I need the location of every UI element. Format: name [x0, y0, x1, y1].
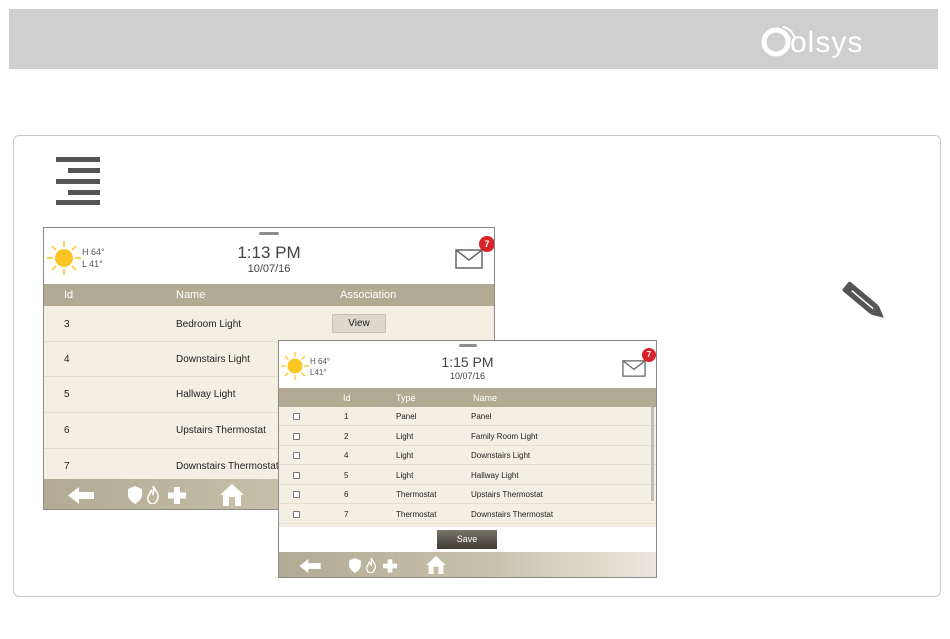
- plus-icon[interactable]: [168, 487, 186, 504]
- row-checkbox[interactable]: [293, 452, 300, 459]
- column-header-type: Type: [396, 393, 416, 403]
- column-header-association: Association: [340, 289, 397, 301]
- column-header-id: Id: [64, 289, 74, 301]
- table-row[interactable]: 3 Bedroom Light View: [44, 306, 494, 342]
- drawer-handle[interactable]: [458, 344, 477, 347]
- row-id: 2: [344, 432, 349, 441]
- logo-text: olsys: [790, 26, 864, 59]
- action-area: Save: [279, 527, 656, 552]
- home-icon[interactable]: [426, 556, 446, 574]
- back-arrow-icon[interactable]: [299, 559, 321, 573]
- view-button[interactable]: View: [332, 314, 386, 333]
- table-row[interactable]: 5 Light Hallway Light: [279, 465, 656, 485]
- row-type: Thermostat: [396, 510, 437, 519]
- row-id: 6: [64, 425, 70, 436]
- row-type: Light: [396, 471, 414, 480]
- device-select-list[interactable]: 1 Panel Panel 2 Light Family Room Light …: [279, 407, 656, 527]
- clock-date: 10/07/16: [247, 263, 291, 275]
- row-type: Panel: [396, 412, 417, 421]
- message-count-badge: 7: [642, 348, 656, 362]
- list-scrollbar[interactable]: [651, 407, 654, 501]
- row-name: Hallway Light: [176, 389, 236, 400]
- pencil-icon: [842, 281, 884, 318]
- back-arrow-icon[interactable]: [68, 487, 94, 504]
- flame-icon[interactable]: [147, 486, 159, 504]
- row-checkbox[interactable]: [293, 413, 300, 420]
- row-id: 7: [64, 461, 70, 472]
- row-name: Upstairs Thermostat: [176, 425, 266, 436]
- column-header-name: Name: [176, 289, 206, 301]
- table-row[interactable]: 6 Thermostat Upstairs Thermostat: [279, 485, 656, 504]
- row-checkbox[interactable]: [293, 511, 300, 518]
- row-id: 7: [344, 510, 349, 519]
- message-count-badge: 7: [479, 236, 494, 252]
- row-id: 6: [344, 490, 349, 499]
- zwave-device-select-screen: H 64° L41° 1:15 PM 10/07/16 7 Id Type Na…: [278, 340, 657, 578]
- row-checkbox[interactable]: [293, 491, 300, 498]
- row-id: 3: [64, 319, 70, 330]
- row-name: Family Room Light: [471, 432, 538, 441]
- table-header: Id Name Association: [44, 284, 494, 306]
- table-header: Id Type Name: [279, 388, 656, 407]
- clock-time: 1:13 PM: [237, 243, 301, 262]
- table-row[interactable]: 2 Light Family Room Light: [279, 426, 656, 446]
- column-header-name: Name: [473, 393, 498, 403]
- row-type: Light: [396, 432, 414, 441]
- status-bar: H 64° L 41° 1:13 PM 10/07/16 7: [44, 228, 494, 284]
- row-name: Panel: [471, 412, 492, 421]
- row-name: Downstairs Light: [176, 354, 250, 365]
- row-name: Downstairs Light: [471, 451, 531, 460]
- row-type: Light: [396, 451, 414, 460]
- row-checkbox[interactable]: [293, 433, 300, 440]
- row-name: Bedroom Light: [176, 319, 242, 330]
- row-name: Downstairs Thermostat: [176, 461, 279, 472]
- bottom-nav-bar: [279, 552, 656, 577]
- row-id: 1: [344, 412, 349, 421]
- save-button[interactable]: Save: [437, 530, 497, 549]
- flame-icon[interactable]: [366, 558, 376, 573]
- clock-date: 10/07/16: [449, 371, 486, 381]
- row-id: 5: [344, 471, 349, 480]
- table-row[interactable]: 7 Thermostat Downstairs Thermostat: [279, 504, 656, 524]
- row-checkbox[interactable]: [293, 472, 300, 479]
- qolsys-logo: olsys: [760, 22, 910, 62]
- envelope-icon[interactable]: [455, 249, 483, 269]
- clock-time: 1:15 PM: [441, 354, 494, 370]
- row-id: 4: [64, 354, 70, 365]
- envelope-icon[interactable]: [622, 360, 646, 377]
- row-name: Hallway Light: [471, 471, 519, 480]
- shield-icon[interactable]: [128, 486, 142, 504]
- plus-icon[interactable]: [383, 559, 397, 573]
- header-bar: olsys: [9, 9, 938, 69]
- row-type: Thermostat: [396, 490, 437, 499]
- column-header-id: Id: [343, 393, 351, 403]
- status-bar: H 64° L41° 1:15 PM 10/07/16 7: [279, 341, 656, 388]
- table-row[interactable]: 1 Panel Panel: [279, 407, 656, 426]
- table-row[interactable]: 4 Light Downstairs Light: [279, 446, 656, 465]
- row-name: Upstairs Thermostat: [471, 490, 543, 499]
- home-icon[interactable]: [220, 484, 244, 506]
- row-id: 4: [344, 451, 349, 460]
- drawer-handle[interactable]: [259, 232, 279, 235]
- menu-lines-icon: [56, 157, 100, 205]
- shield-icon[interactable]: [349, 558, 361, 573]
- row-name: Downstairs Thermostat: [471, 510, 554, 519]
- row-id: 5: [64, 389, 70, 400]
